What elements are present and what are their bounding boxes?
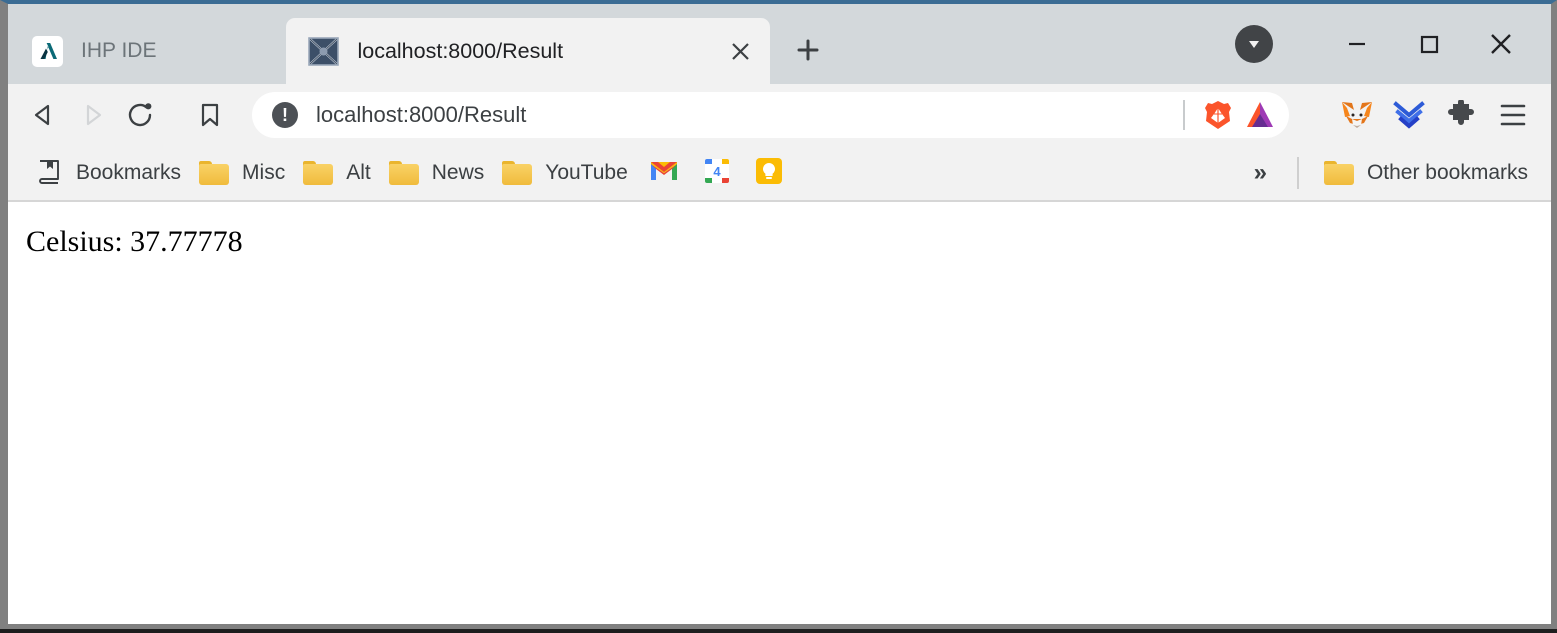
tab-title: localhost:8000/Result: [357, 38, 564, 63]
back-button[interactable]: [20, 91, 68, 139]
bookmark-item-alt[interactable]: Alt: [294, 153, 380, 193]
google-keep-icon: [755, 157, 783, 190]
maximize-button[interactable]: [1393, 16, 1465, 72]
brave-lion-icon[interactable]: [1197, 94, 1239, 136]
bookmark-label: Bookmarks: [76, 161, 182, 184]
chevron-stack-icon[interactable]: [1383, 91, 1435, 139]
bookmark-label: YouTube: [545, 161, 628, 184]
celsius-result-text: Celsius: 37.77778: [26, 225, 243, 258]
close-window-button[interactable]: [1465, 16, 1537, 72]
back-arrow-icon: [34, 104, 50, 126]
folder-icon: [1323, 160, 1354, 186]
minimize-icon: [1349, 42, 1365, 46]
bookmarks-overflow-button[interactable]: »: [1240, 159, 1281, 187]
bookmark-item-bookmarks[interactable]: Bookmarks: [26, 153, 190, 193]
bookmark-item-youtube[interactable]: YouTube: [493, 153, 637, 193]
minimize-button[interactable]: [1321, 16, 1393, 72]
bat-triangle-icon[interactable]: [1239, 94, 1281, 136]
bookmarks-bar: Bookmarks Misc Alt News YouTube 4 » Othe…: [8, 146, 1551, 202]
metamask-icon[interactable]: [1331, 91, 1383, 139]
broken-image-icon: [308, 36, 340, 67]
tab-ihp-ide[interactable]: IHP IDE: [22, 18, 174, 84]
tab-localhost-result[interactable]: localhost:8000/Result: [286, 18, 771, 84]
close-icon: [1491, 34, 1511, 54]
bookmark-item-news[interactable]: News: [380, 153, 494, 193]
bookmark-label: News: [431, 161, 485, 184]
bookmark-label: Other bookmarks: [1366, 161, 1528, 184]
bookmarks-divider: [1296, 157, 1299, 189]
bookmark-icon: [201, 103, 219, 127]
tab-title: IHP IDE: [81, 39, 157, 62]
folder-icon: [199, 160, 230, 186]
bookmarks-book-icon: [35, 157, 63, 190]
chevron-down-icon: [1249, 41, 1259, 48]
forward-button[interactable]: [68, 91, 116, 139]
bookmark-label: Misc: [242, 161, 286, 184]
new-tab-button[interactable]: [786, 30, 830, 74]
reload-button[interactable]: [116, 91, 164, 139]
bookmark-item-google-keep[interactable]: [743, 153, 795, 193]
address-bar[interactable]: ! localhost:8000/Result: [252, 92, 1289, 138]
reload-icon: [128, 103, 152, 127]
close-icon[interactable]: [724, 35, 756, 67]
page-viewport: Celsius: 37.77778: [8, 202, 1551, 624]
maximize-icon: [1420, 35, 1439, 54]
folder-icon: [502, 160, 533, 186]
bookmark-item-misc[interactable]: Misc: [190, 153, 294, 193]
not-secure-info-icon[interactable]: !: [272, 102, 298, 128]
window-controls: [1235, 4, 1551, 84]
hamburger-menu-icon[interactable]: [1487, 91, 1539, 139]
bookmark-label: Alt: [346, 161, 371, 184]
screen: IHP IDE localhost:8000/Result ! localhos…: [0, 0, 1557, 633]
navigation-toolbar: ! localhost:8000/Result: [8, 84, 1551, 146]
folder-icon: [303, 160, 334, 186]
bookmark-item-other-bookmarks[interactable]: Other bookmarks: [1315, 153, 1537, 193]
bookmark-item-gmail[interactable]: [637, 153, 691, 193]
folder-icon: [388, 160, 419, 186]
tab-strip: IHP IDE localhost:8000/Result: [8, 4, 1551, 84]
bookmark-item-google-calendar[interactable]: 4: [691, 153, 743, 193]
plus-icon: [795, 37, 821, 68]
puzzle-extensions-icon[interactable]: [1435, 91, 1487, 139]
browser-window: IHP IDE localhost:8000/Result ! localhos…: [0, 0, 1557, 629]
forward-arrow-icon: [86, 104, 102, 126]
gmail-icon: [649, 159, 679, 188]
google-calendar-icon: 4: [703, 157, 731, 190]
bookmark-page-button[interactable]: [186, 91, 234, 139]
ihp-lambda-icon: [32, 35, 63, 67]
url-text[interactable]: localhost:8000/Result: [316, 102, 1177, 128]
omnibox-divider: [1183, 100, 1185, 130]
window-dropdown-button[interactable]: [1235, 25, 1273, 63]
svg-text:4: 4: [713, 164, 721, 179]
